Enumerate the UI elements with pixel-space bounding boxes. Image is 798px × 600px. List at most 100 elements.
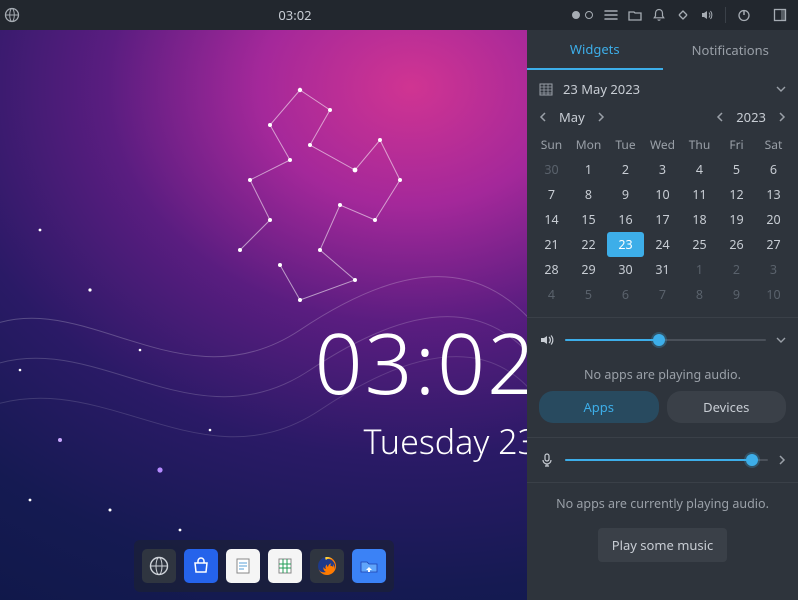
- calendar-nav: May 2023: [527, 104, 798, 132]
- dock-budgie-menu[interactable]: [142, 549, 176, 583]
- calendar-day[interactable]: 17: [644, 207, 681, 232]
- desktop-clock-date: Tuesday 23: [315, 418, 527, 464]
- calendar-day[interactable]: 3: [755, 257, 792, 282]
- calendar-day[interactable]: 24: [644, 232, 681, 257]
- weekday-header: Mon: [570, 132, 607, 157]
- calendar-grid-icon: [539, 82, 553, 96]
- calendar-day[interactable]: 10: [755, 282, 792, 307]
- next-month-button[interactable]: [593, 109, 609, 125]
- calendar-header[interactable]: 23 May 2023: [527, 70, 798, 104]
- audio-seg-apps[interactable]: Apps: [539, 391, 659, 423]
- calendar-day[interactable]: 14: [533, 207, 570, 232]
- calendar-day[interactable]: 30: [607, 257, 644, 282]
- budgie-menu-icon[interactable]: [0, 0, 24, 30]
- dock-firefox[interactable]: [310, 549, 344, 583]
- calendar-day[interactable]: 3: [644, 157, 681, 182]
- calendar-day[interactable]: 9: [718, 282, 755, 307]
- calendar-day[interactable]: 18: [681, 207, 718, 232]
- speaker-icon[interactable]: [539, 332, 555, 348]
- volume-icon[interactable]: [695, 0, 719, 30]
- calendar-day[interactable]: 28: [533, 257, 570, 282]
- prev-year-button[interactable]: [712, 109, 728, 125]
- calendar-day[interactable]: 22: [570, 232, 607, 257]
- mic-slider[interactable]: [565, 452, 768, 468]
- audio-segmented: Apps Devices: [527, 391, 798, 433]
- calendar-day[interactable]: 5: [570, 282, 607, 307]
- weekday-header: Sat: [755, 132, 792, 157]
- places-icon[interactable]: [623, 0, 647, 30]
- calendar-day[interactable]: 21: [533, 232, 570, 257]
- calendar-day[interactable]: 31: [644, 257, 681, 282]
- calendar-day[interactable]: 25: [681, 232, 718, 257]
- calendar-date-label: 23 May 2023: [563, 80, 640, 98]
- calendar-day[interactable]: 13: [755, 182, 792, 207]
- raven-sidebar: Widgets Notifications 23 May 2023 May 20…: [527, 30, 798, 600]
- dock-software-store[interactable]: [184, 549, 218, 583]
- weekday-header: Tue: [607, 132, 644, 157]
- calendar-day[interactable]: 2: [607, 157, 644, 182]
- desktop-clock: 03:02 Tuesday 23: [315, 320, 527, 464]
- music-status-text: No apps are currently playing audio.: [527, 487, 798, 520]
- calendar-day[interactable]: 7: [533, 182, 570, 207]
- calendar-day[interactable]: 8: [570, 182, 607, 207]
- tab-widgets[interactable]: Widgets: [527, 30, 663, 70]
- weekday-header: Thu: [681, 132, 718, 157]
- calendar-grid: SunMonTueWedThuFriSat3012345678910111213…: [527, 132, 798, 313]
- next-year-button[interactable]: [774, 109, 790, 125]
- topbar-clock[interactable]: 03:02: [24, 6, 566, 24]
- volume-dropdown-icon[interactable]: [776, 335, 786, 345]
- calendar-day[interactable]: 5: [718, 157, 755, 182]
- tab-notifications[interactable]: Notifications: [663, 30, 798, 70]
- dock-text-editor[interactable]: [226, 549, 260, 583]
- calendar-day[interactable]: 7: [644, 282, 681, 307]
- menu-icon[interactable]: [599, 0, 623, 30]
- calendar-day[interactable]: 2: [718, 257, 755, 282]
- month-label: May: [559, 108, 585, 126]
- calendar-day[interactable]: 23: [607, 232, 644, 257]
- calendar-day[interactable]: 29: [570, 257, 607, 282]
- workspace-switcher[interactable]: [566, 11, 599, 19]
- calendar-day[interactable]: 9: [607, 182, 644, 207]
- calendar-day[interactable]: 15: [570, 207, 607, 232]
- calendar-day[interactable]: 11: [681, 182, 718, 207]
- play-music-button[interactable]: Play some music: [598, 528, 728, 562]
- raven-toggle-icon[interactable]: [768, 0, 792, 30]
- calendar-day[interactable]: 16: [607, 207, 644, 232]
- calendar-day[interactable]: 19: [718, 207, 755, 232]
- calendar-dropdown-icon[interactable]: [776, 84, 786, 94]
- microphone-icon[interactable]: [539, 452, 555, 468]
- calendar-day[interactable]: 27: [755, 232, 792, 257]
- weekday-header: Sun: [533, 132, 570, 157]
- year-label: 2023: [736, 108, 766, 126]
- calendar-day[interactable]: 4: [533, 282, 570, 307]
- calendar-day[interactable]: 1: [681, 257, 718, 282]
- weekday-header: Wed: [644, 132, 681, 157]
- audio-seg-devices[interactable]: Devices: [667, 391, 787, 423]
- desktop-wallpaper: 03:02 Tuesday 23: [0, 30, 527, 600]
- calendar-day[interactable]: 1: [570, 157, 607, 182]
- calendar-day[interactable]: 20: [755, 207, 792, 232]
- dock-spreadsheet[interactable]: [268, 549, 302, 583]
- network-icon[interactable]: [671, 0, 695, 30]
- volume-slider[interactable]: [565, 332, 766, 348]
- calendar-day[interactable]: 4: [681, 157, 718, 182]
- prev-month-button[interactable]: [535, 109, 551, 125]
- mic-row: [527, 442, 798, 478]
- dock: [134, 540, 394, 592]
- calendar-day[interactable]: 6: [755, 157, 792, 182]
- dock-file-manager[interactable]: [352, 549, 386, 583]
- notifications-bell-icon[interactable]: [647, 0, 671, 30]
- calendar-day[interactable]: 30: [533, 157, 570, 182]
- sidebar-tabs: Widgets Notifications: [527, 30, 798, 70]
- volume-row: [527, 322, 798, 358]
- power-icon[interactable]: [732, 0, 756, 30]
- calendar-day[interactable]: 8: [681, 282, 718, 307]
- calendar-day[interactable]: 26: [718, 232, 755, 257]
- calendar-day[interactable]: 10: [644, 182, 681, 207]
- calendar-day[interactable]: 6: [607, 282, 644, 307]
- weekday-header: Fri: [718, 132, 755, 157]
- volume-status-text: No apps are playing audio.: [527, 358, 798, 391]
- top-bar: 03:02: [0, 0, 798, 30]
- calendar-day[interactable]: 12: [718, 182, 755, 207]
- mic-expand-icon[interactable]: [778, 455, 786, 465]
